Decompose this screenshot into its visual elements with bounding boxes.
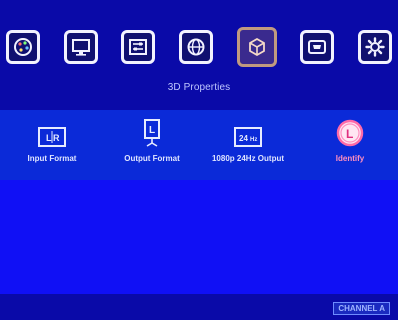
24hz-icon: 24 Hz <box>233 118 263 148</box>
submenu-item-1080p-24hz-output[interactable]: 24 Hz 1080p 24Hz Output <box>206 118 290 174</box>
bottom-status-bar: CHANNEL A <box>0 294 398 320</box>
submenu-item-input-format[interactable]: L R Input Format <box>10 118 94 174</box>
content-area <box>0 180 398 294</box>
lr-icon: L R <box>37 118 67 148</box>
sliders-icon[interactable] <box>121 30 156 64</box>
svg-text:L: L <box>149 125 155 136</box>
submenu-item-identify[interactable]: L Identify <box>308 118 392 174</box>
svg-text:R: R <box>53 133 60 143</box>
svg-text:Hz: Hz <box>250 137 257 143</box>
submenu-label: 1080p 24Hz Output <box>211 154 284 163</box>
globe-icon[interactable] <box>178 30 213 64</box>
category-icons <box>6 27 392 72</box>
l-screen-icon: L <box>141 118 163 148</box>
gear-icon[interactable] <box>357 30 392 64</box>
color-palette-icon[interactable] <box>6 30 40 64</box>
svg-text:L: L <box>346 127 353 141</box>
submenu-label: Identify <box>335 154 365 163</box>
top-menu-bar: 3D Properties <box>0 0 398 112</box>
submenu-item-output-format[interactable]: L Output Format <box>110 118 194 174</box>
l-circle-icon: L <box>335 118 365 148</box>
3d-cube-icon[interactable] <box>236 27 277 67</box>
osd-screen: 3D Properties L R Input Format L Output … <box>0 0 398 320</box>
submenu-label: Input Format <box>27 154 77 163</box>
submenu-label: Output Format <box>124 154 180 163</box>
channel-badge: CHANNEL A <box>333 302 390 315</box>
svg-text:24: 24 <box>239 134 248 143</box>
monitor-icon[interactable] <box>63 30 98 64</box>
section-title: 3D Properties <box>167 82 231 93</box>
hdmi-port-icon[interactable] <box>300 30 335 64</box>
svg-text:L: L <box>46 133 52 143</box>
